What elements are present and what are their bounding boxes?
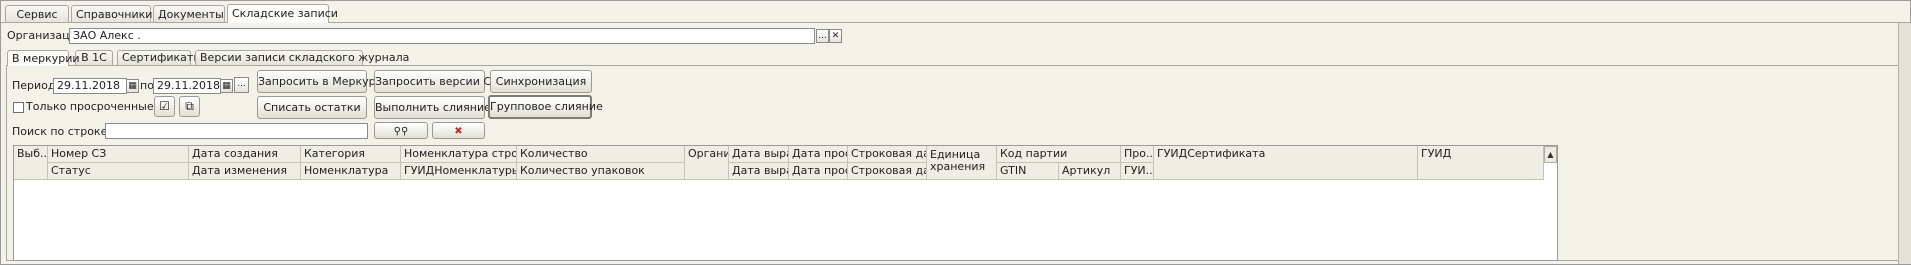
col-string-date-header[interactable]: Строковая дат... <box>848 146 927 163</box>
col-batch-code-header[interactable]: Код партии <box>997 146 1121 163</box>
only-overdue-label: Только просроченные <box>26 100 154 113</box>
clear-search-icon: ✖ <box>454 126 463 137</box>
period-select-button[interactable]: ... <box>234 77 249 93</box>
col-article-header[interactable]: Артикул <box>1059 163 1121 180</box>
scroll-up-button[interactable]: ▲ <box>1544 146 1557 163</box>
calendar-icon[interactable]: ▦ <box>126 79 139 93</box>
find-button[interactable]: ⚲⚲ <box>374 122 428 139</box>
request-mercury-button[interactable]: Запросить в Меркурии <box>257 70 390 93</box>
col-organization-header[interactable]: Органи... <box>685 146 729 180</box>
col-production-date-header[interactable]: Дата выра... <box>729 146 789 163</box>
group-merge-button[interactable]: Групповое слияние <box>488 95 603 119</box>
copy-button[interactable]: ⧉ <box>179 96 200 117</box>
clear-search-button[interactable]: ✖ <box>432 122 485 139</box>
organization-field[interactable]: ЗАО Алекс . <box>69 28 815 44</box>
col-record-number-header[interactable]: Номер СЗ <box>48 146 189 163</box>
binoculars-icon: ⚲⚲ <box>393 126 409 137</box>
col-expiry-date2-header[interactable]: Дата прос... <box>789 163 848 180</box>
period-to-field[interactable]: 29.11.2018 <box>153 78 221 94</box>
organization-clear-button[interactable]: ✕ <box>829 29 842 43</box>
tab-documents[interactable]: Документы <box>153 5 225 23</box>
col-gtin-header[interactable]: GTIN <box>997 163 1059 180</box>
col-nomenclature-string-header[interactable]: Номенклатура строкой <box>401 146 517 163</box>
col-certificate-guid-header[interactable]: ГУИДСертификата <box>1154 146 1418 180</box>
subtab-in-mercury[interactable]: В меркурии <box>7 50 80 66</box>
app-window: Сервис Справочники Документы Складские з… <box>0 0 1911 265</box>
col-producer-header[interactable]: Про... <box>1121 146 1154 163</box>
col-string-date2-header[interactable]: Строковая дат... <box>848 163 927 180</box>
col-quantity-header[interactable]: Количество <box>517 146 685 163</box>
request-versions-button[interactable]: Запросить версии СЗ <box>374 70 498 93</box>
col-guid-short-header[interactable]: ГУИ... <box>1121 163 1154 180</box>
col-package-quantity-header[interactable]: Количество упаковок <box>517 163 685 180</box>
col-nomenclature-guid-header[interactable]: ГУИДНоменклатуры <box>401 163 517 180</box>
col-status-header[interactable]: Статус <box>48 163 189 180</box>
calendar-icon[interactable]: ▦ <box>220 79 233 93</box>
subtab-journal-versions[interactable]: Версии записи складского журнала <box>195 50 409 65</box>
only-overdue-checkbox[interactable] <box>13 102 24 113</box>
organization-select-button[interactable]: ... <box>816 29 829 43</box>
col-category-header[interactable]: Категория <box>301 146 401 163</box>
right-edge-strip <box>1898 23 1911 264</box>
period-from-field[interactable]: 29.11.2018 <box>53 78 127 94</box>
col-expiry-date-header[interactable]: Дата прос... <box>789 146 848 163</box>
col-production-date2-header[interactable]: Дата выра... <box>729 163 789 180</box>
col-modified-date-header[interactable]: Дата изменения <box>189 163 301 180</box>
subtab-certificates[interactable]: Сертификаты <box>117 50 202 65</box>
col-nomenclature-header[interactable]: Номенклатура <box>301 163 401 180</box>
col-guid-header[interactable]: ГУИД <box>1418 146 1544 180</box>
merge-button[interactable]: Выполнить слияние <box>374 96 491 119</box>
search-label: Поиск по строке: <box>12 125 112 138</box>
subtab-in-1c[interactable]: В 1С <box>75 50 113 65</box>
records-table[interactable]: Выб... Номер СЗ Дата создания Категория … <box>13 145 1558 261</box>
copy-icon: ⧉ <box>185 99 194 113</box>
col-storage-unit-header[interactable]: Единица хранения <box>927 146 997 180</box>
tab-service[interactable]: Сервис <box>5 5 69 23</box>
check-all-button[interactable]: ☑ <box>154 96 175 117</box>
col-select-header[interactable]: Выб... <box>14 146 48 180</box>
tab-directories[interactable]: Справочники <box>71 5 152 23</box>
check-all-icon: ☑ <box>159 99 170 113</box>
sync-button[interactable]: Синхронизация <box>490 70 592 93</box>
search-input[interactable] <box>105 123 368 139</box>
tab-warehouse-records[interactable]: Складские записи <box>227 4 338 23</box>
col-created-date-header[interactable]: Дата создания <box>189 146 301 163</box>
write-off-button[interactable]: Списать остатки <box>257 96 367 119</box>
